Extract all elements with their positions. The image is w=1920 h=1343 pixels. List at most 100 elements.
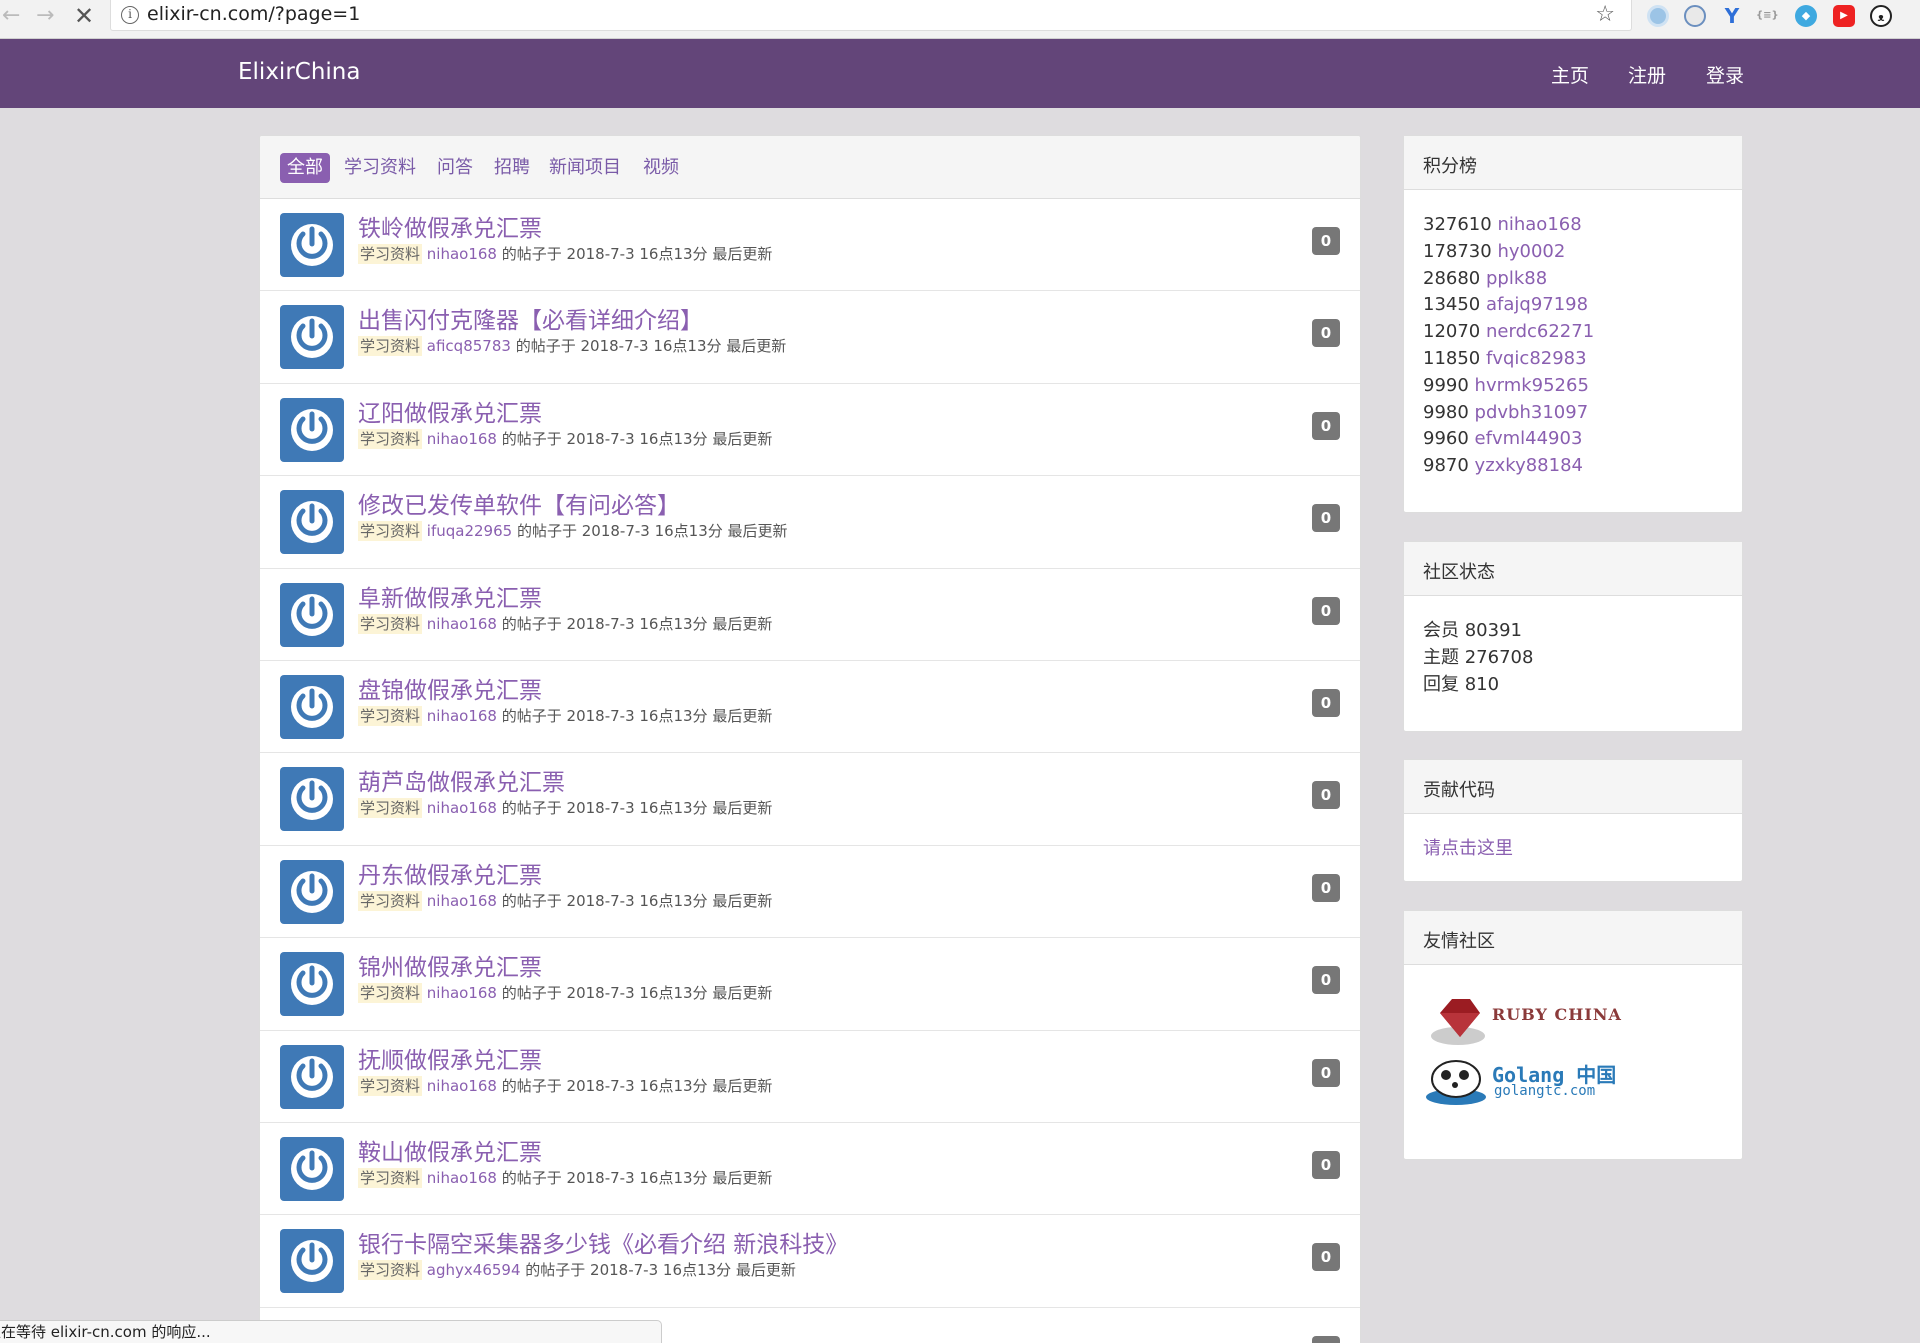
avatar[interactable]	[280, 1044, 344, 1109]
avatar[interactable]	[280, 305, 344, 370]
topic-title[interactable]: 葫芦岛做假承兑汇票	[358, 763, 565, 797]
nav-home[interactable]: 主页	[1551, 61, 1589, 88]
topic-category[interactable]: 学习资料	[358, 798, 423, 819]
leaderboard-user[interactable]: hy0002	[1497, 241, 1565, 262]
topic-category[interactable]: 学习资料	[358, 1260, 423, 1281]
ruby-china-logo[interactable]: RUBY CHINA	[1430, 991, 1630, 1047]
topic-author[interactable]: nihao168	[427, 245, 497, 263]
reply-count-badge: 0	[1312, 319, 1340, 348]
contribute-link[interactable]: 请点击这里	[1423, 838, 1513, 859]
glasses-extension-icon[interactable]	[1684, 5, 1706, 27]
topic-category[interactable]: 学习资料	[358, 428, 423, 449]
json-extension-icon[interactable]: {≡}	[1756, 5, 1779, 27]
leaderboard-user[interactable]: pplk88	[1486, 268, 1547, 289]
topic-rows: 铁岭做假承兑汇票 学习资料 nihao168 的帖子于 2018-7-3 16点…	[260, 199, 1360, 1343]
leaderboard-score: 9960	[1423, 428, 1469, 450]
avatar[interactable]	[280, 674, 344, 739]
topic-author[interactable]: nihao168	[427, 984, 497, 1002]
topic-title[interactable]: 鞍山做假承兑汇票	[358, 1133, 542, 1167]
avatar[interactable]	[280, 490, 344, 555]
diamond-extension-icon[interactable]: ◆	[1795, 5, 1817, 27]
tab-learning[interactable]: 学习资料	[344, 153, 416, 183]
topic-title[interactable]: 出售闪付克隆器【必看详细介绍】	[358, 301, 703, 335]
topic-category[interactable]: 学习资料	[358, 613, 423, 634]
topic-title[interactable]: 辽阳做假承兑汇票	[358, 394, 542, 428]
leaderboard-user[interactable]: hvrmk95265	[1475, 375, 1589, 396]
topic-title[interactable]: 锦州做假承兑汇票	[358, 948, 542, 982]
tab-video[interactable]: 视频	[643, 153, 679, 183]
avatar[interactable]	[280, 582, 344, 647]
bookmark-star-icon[interactable]: ☆	[1595, 2, 1615, 27]
stop-loading-icon[interactable]: ✕	[74, 3, 94, 29]
address-url[interactable]: elixir-cn.com/?page=1	[147, 3, 360, 25]
avatar[interactable]	[280, 767, 344, 832]
topic-meta: 学习资料 nihao168 的帖子于 2018-7-3 16点13分 最后更新	[358, 890, 772, 911]
leaderboard-user[interactable]: nihao168	[1497, 214, 1581, 235]
address-bar[interactable]: i elixir-cn.com/?page=1 ☆	[110, 0, 1632, 31]
community-status-panel: 社区状态 会员 80391 主题 276708 回复 810	[1403, 541, 1743, 732]
site-info-icon[interactable]: i	[121, 6, 139, 24]
avatar[interactable]	[280, 213, 344, 277]
topic-title[interactable]: 银行卡隔空采集器多少钱《必看介绍 新浪科技》	[358, 1225, 848, 1259]
avatar[interactable]	[280, 859, 344, 924]
topics-count: 主题 276708	[1423, 646, 1534, 668]
leaderboard-title: 积分榜	[1404, 136, 1742, 190]
site-brand[interactable]: ElixirChina	[238, 59, 360, 85]
topic-category[interactable]: 学习资料	[358, 336, 423, 357]
forward-arrow-icon[interactable]: →	[36, 3, 54, 29]
tab-qa[interactable]: 问答	[437, 153, 473, 183]
topic-row: 丹东做假承兑汇票 学习资料 nihao168 的帖子于 2018-7-3 16点…	[260, 846, 1360, 939]
topic-title[interactable]: 修改已发传单软件【有问必答】	[358, 486, 680, 520]
topic-title[interactable]: 丹东做假承兑汇票	[358, 856, 542, 890]
tab-news[interactable]: 新闻项目	[549, 153, 621, 183]
circle-extension-icon[interactable]	[1647, 5, 1669, 27]
leaderboard-user[interactable]: yzxky88184	[1475, 455, 1583, 476]
topic-category[interactable]: 学习资料	[358, 705, 423, 726]
leaderboard-user[interactable]: efvml44903	[1475, 428, 1583, 449]
avatar[interactable]	[280, 952, 344, 1017]
back-arrow-icon[interactable]: ←	[2, 3, 20, 29]
topic-meta: 学习资料 nihao168 的帖子于 2018-7-3 16点13分 最后更新	[358, 1167, 772, 1188]
leaderboard-user[interactable]: pdvbh31097	[1475, 402, 1589, 423]
v-extension-icon[interactable]: Y	[1721, 5, 1743, 27]
panda-extension-icon[interactable]: ᴥ	[1870, 5, 1892, 27]
reply-count-badge: 0	[1312, 227, 1340, 255]
topic-title[interactable]: 铁岭做假承兑汇票	[358, 209, 542, 243]
topic-author[interactable]: nihao168	[427, 707, 497, 725]
youtube-extension-icon[interactable]: ▶	[1833, 5, 1855, 27]
topic-category[interactable]: 学习资料	[358, 983, 423, 1004]
topic-author[interactable]: nihao168	[427, 799, 497, 817]
topic-list-panel: 全部 学习资料 问答 招聘 新闻项目 视频 铁岭做假承兑汇票 学习资料 niha…	[259, 135, 1361, 1343]
topic-author[interactable]: aghyx46594	[427, 1261, 521, 1279]
golang-china-logo[interactable]: Golang 中国 golangtc.com	[1424, 1057, 1634, 1107]
tab-jobs[interactable]: 招聘	[494, 153, 530, 183]
tab-all[interactable]: 全部	[280, 153, 330, 183]
topic-author[interactable]: ifuqa22965	[427, 522, 512, 540]
topic-author[interactable]: nihao168	[427, 430, 497, 448]
topic-category[interactable]: 学习资料	[358, 244, 423, 264]
topic-author[interactable]: nihao168	[427, 892, 497, 910]
topic-author[interactable]: nihao168	[427, 615, 497, 633]
nav-register[interactable]: 注册	[1628, 61, 1666, 88]
browser-status-bar: 正在等待 elixir-cn.com 的响应...	[0, 1320, 662, 1343]
leaderboard-user[interactable]: fvqic82983	[1486, 348, 1587, 369]
topic-author[interactable]: aficq85783	[427, 337, 511, 355]
topic-category[interactable]: 学习资料	[358, 521, 423, 542]
topic-category[interactable]: 学习资料	[358, 1075, 423, 1096]
avatar[interactable]	[280, 397, 344, 462]
power-avatar-icon	[291, 778, 333, 821]
leaderboard-user[interactable]: afajq97198	[1486, 294, 1588, 315]
topic-title[interactable]: 抚顺做假承兑汇票	[358, 1041, 542, 1075]
topic-title[interactable]: 盘锦做假承兑汇票	[358, 671, 542, 705]
topic-category[interactable]: 学习资料	[358, 890, 423, 911]
avatar[interactable]	[280, 1136, 344, 1201]
leaderboard-user[interactable]: nerdc62271	[1486, 321, 1594, 342]
topic-category[interactable]: 学习资料	[358, 1167, 423, 1188]
topic-author[interactable]: nihao168	[427, 1077, 497, 1095]
topic-title[interactable]: 阜新做假承兑汇票	[358, 579, 542, 613]
friends-panel: 友情社区 RUBY CHINA Golang 中国 golangtc.com	[1403, 910, 1743, 1160]
topic-author[interactable]: nihao168	[427, 1169, 497, 1187]
topic-updated: 的帖子于 2018-7-3 16点13分 最后更新	[501, 1076, 773, 1095]
nav-login[interactable]: 登录	[1706, 61, 1744, 88]
avatar[interactable]	[280, 1229, 344, 1294]
